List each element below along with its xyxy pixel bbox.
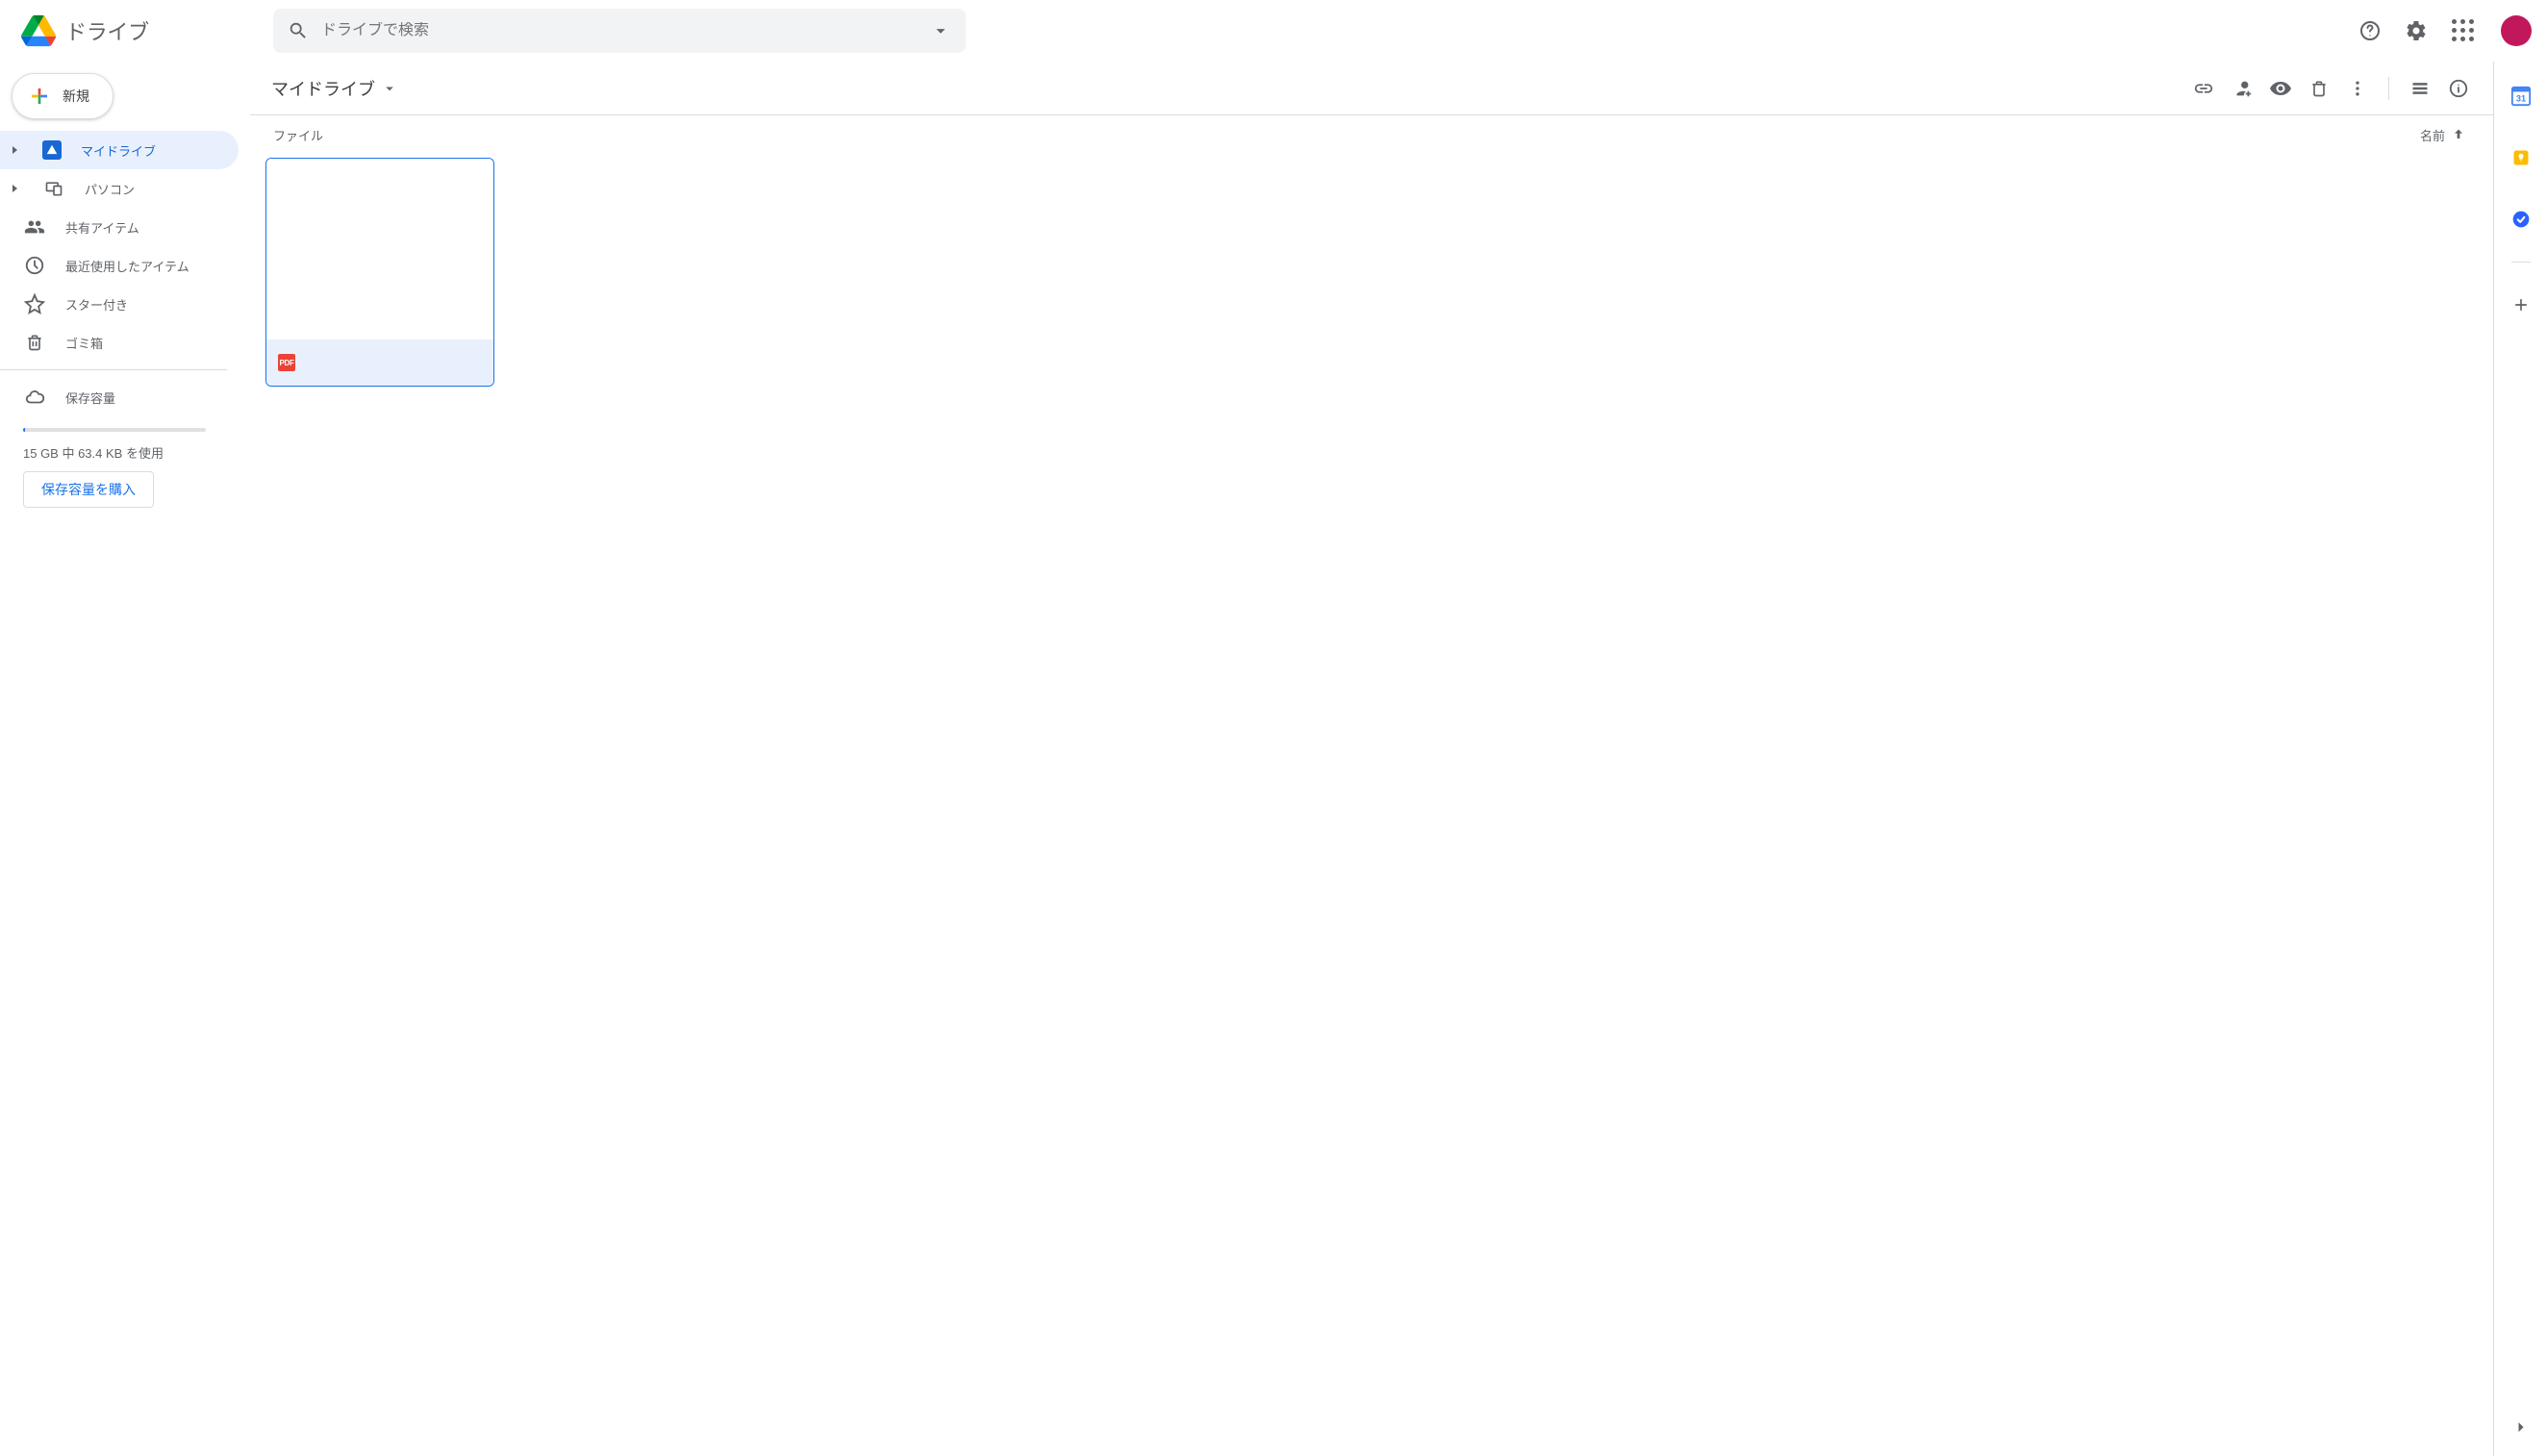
- file-card[interactable]: PDF: [265, 158, 494, 387]
- recent-icon: [23, 254, 46, 277]
- dropdown-triangle-icon: [381, 80, 398, 97]
- search-icon[interactable]: [279, 12, 317, 50]
- more-vertical-icon[interactable]: [2338, 69, 2377, 108]
- header-actions: [2351, 12, 2539, 50]
- pdf-icon: PDF: [278, 354, 295, 371]
- svg-text:31: 31: [2515, 94, 2525, 104]
- share-person-icon[interactable]: [2223, 69, 2261, 108]
- buy-storage-button[interactable]: 保存容量を購入: [23, 471, 154, 508]
- logo-block[interactable]: ドライブ: [8, 12, 258, 50]
- expand-triangle-icon[interactable]: [6, 184, 23, 193]
- sidebar-item-label: パソコン: [85, 180, 135, 198]
- my-drive-icon: [42, 140, 62, 160]
- trash-icon: [23, 331, 46, 354]
- storage-usage-bar: [23, 428, 206, 432]
- get-link-icon[interactable]: [2184, 69, 2223, 108]
- details-info-icon[interactable]: [2439, 69, 2478, 108]
- add-addon-icon[interactable]: [2502, 286, 2540, 324]
- delete-trash-icon[interactable]: [2300, 69, 2338, 108]
- main-content: マイドライブ: [250, 62, 2493, 1456]
- sidebar-item-computers[interactable]: パソコン: [0, 169, 239, 208]
- sort-label: 名前: [2420, 126, 2445, 144]
- app-header: ドライブ: [0, 0, 2547, 62]
- new-button[interactable]: 新規: [12, 73, 113, 119]
- arrow-up-icon: [2451, 127, 2466, 142]
- breadcrumb-label: マイドライブ: [271, 76, 375, 101]
- drive-logo-icon: [19, 12, 58, 50]
- search-options-icon[interactable]: [921, 12, 960, 50]
- selection-toolbar: [2184, 69, 2478, 108]
- sidebar-item-label: スター付き: [65, 295, 128, 314]
- search-input[interactable]: [317, 22, 921, 39]
- sidebar-item-label: 最近使用したアイテム: [65, 257, 189, 275]
- new-button-label: 新規: [63, 87, 89, 106]
- side-panel: 31: [2493, 62, 2547, 1456]
- sidebar-item-shared[interactable]: 共有アイテム: [0, 208, 239, 246]
- computers-icon: [42, 177, 65, 200]
- keep-app-icon[interactable]: [2502, 138, 2540, 177]
- account-avatar[interactable]: [2501, 15, 2532, 46]
- sidebar-item-label: 保存容量: [65, 389, 115, 407]
- shared-icon: [23, 215, 46, 238]
- sidebar-item-starred[interactable]: スター付き: [0, 285, 239, 323]
- left-sidebar: 新規 マイドライブ パソコン: [0, 62, 250, 1456]
- settings-gear-icon[interactable]: [2397, 12, 2435, 50]
- star-icon: [23, 292, 46, 315]
- file-card-footer: PDF: [266, 339, 493, 386]
- path-bar: マイドライブ: [250, 62, 2493, 115]
- file-thumbnail: [266, 159, 493, 339]
- calendar-app-icon[interactable]: 31: [2502, 77, 2540, 115]
- file-grid: PDF: [250, 154, 2493, 390]
- preview-eye-icon[interactable]: [2261, 69, 2300, 108]
- collapse-panel-icon[interactable]: [2502, 1408, 2540, 1446]
- plus-icon: [28, 85, 51, 108]
- list-header: ファイル 名前: [250, 115, 2493, 154]
- sidebar-item-storage[interactable]: 保存容量: [0, 378, 239, 416]
- sidebar-item-label: ゴミ箱: [65, 334, 103, 352]
- breadcrumb-current[interactable]: マイドライブ: [265, 72, 404, 105]
- help-icon[interactable]: [2351, 12, 2389, 50]
- apps-grid-icon[interactable]: [2443, 12, 2482, 50]
- sidebar-item-label: マイドライブ: [81, 141, 156, 160]
- sidebar-item-trash[interactable]: ゴミ箱: [0, 323, 239, 362]
- tasks-app-icon[interactable]: [2502, 200, 2540, 238]
- storage-usage-text: 15 GB 中 63.4 KB を使用: [23, 443, 227, 462]
- sidebar-separator: [0, 369, 227, 370]
- sidepanel-separator: [2511, 262, 2531, 263]
- product-name: ドライブ: [65, 15, 149, 46]
- cloud-icon: [23, 386, 46, 409]
- sidebar-item-recent[interactable]: 最近使用したアイテム: [0, 246, 239, 285]
- search-bar: [273, 9, 966, 53]
- sidebar-item-label: 共有アイテム: [65, 218, 139, 237]
- section-label: ファイル: [273, 126, 323, 144]
- sort-button[interactable]: 名前: [2416, 122, 2470, 148]
- storage-section: 15 GB 中 63.4 KB を使用 保存容量を購入: [0, 416, 250, 508]
- sidebar-item-my-drive[interactable]: マイドライブ: [0, 131, 239, 169]
- list-view-icon[interactable]: [2401, 69, 2439, 108]
- sidebar-nav: マイドライブ パソコン 共有アイテム: [0, 131, 250, 416]
- expand-triangle-icon[interactable]: [6, 145, 23, 155]
- toolbar-separator: [2388, 77, 2389, 100]
